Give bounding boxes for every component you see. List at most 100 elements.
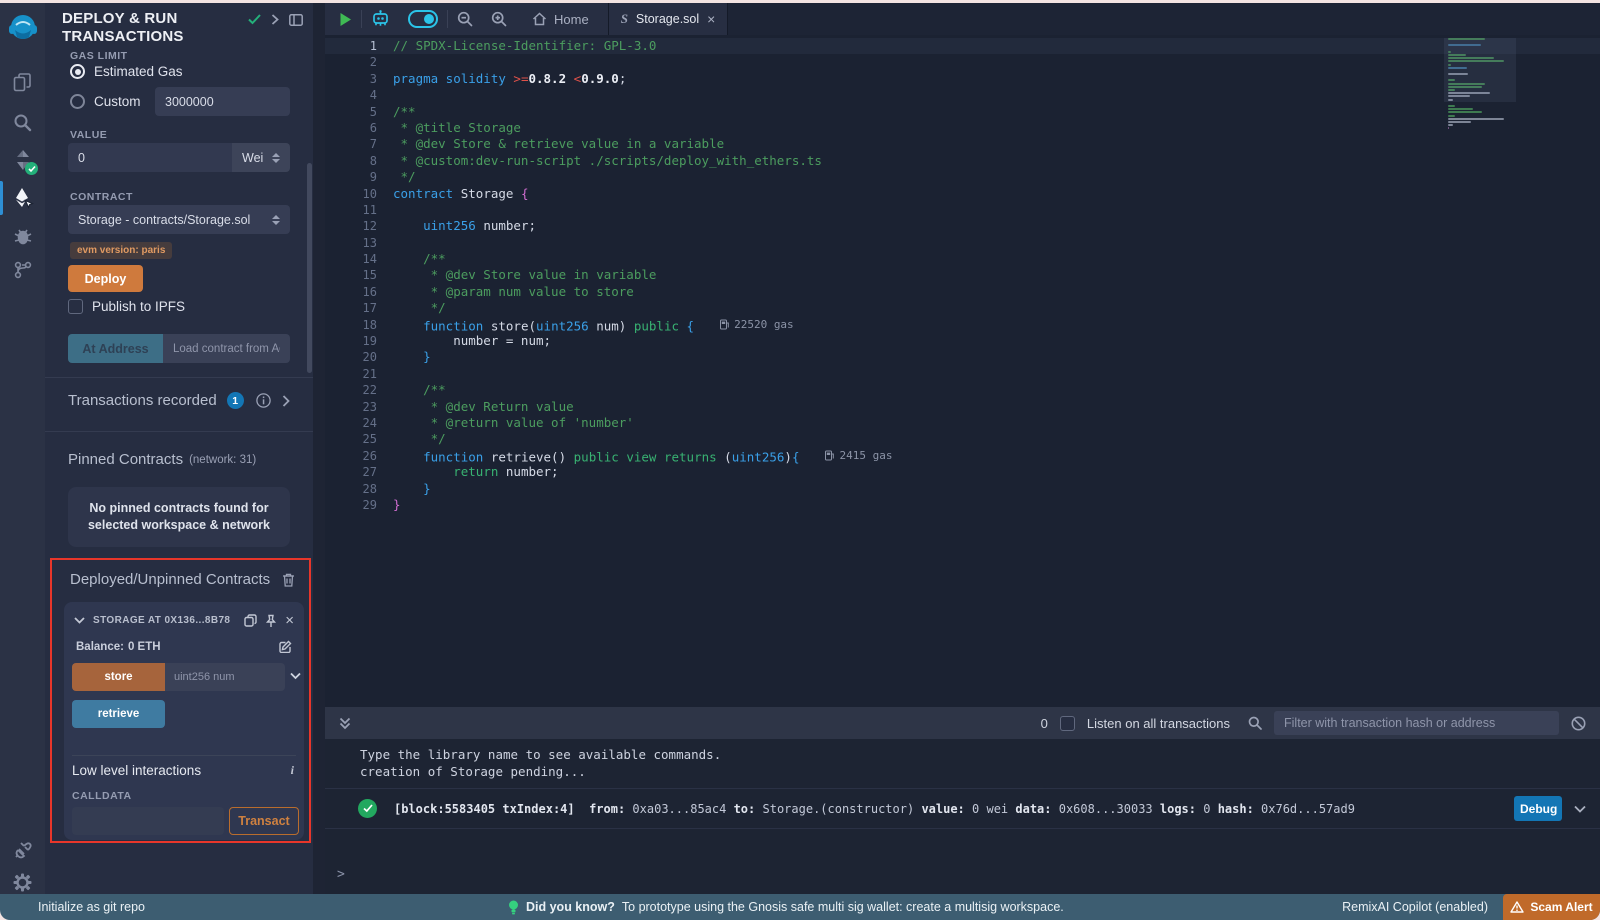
store-expand-chevron-icon[interactable] (290, 672, 301, 680)
panel-pin-icon[interactable] (289, 14, 303, 26)
contract-selected-label: Storage - contracts/Storage.sol (78, 213, 250, 227)
deploy-button[interactable]: Deploy (68, 265, 143, 292)
value-input[interactable] (68, 143, 232, 172)
custom-gas-radio[interactable] (70, 94, 85, 109)
info-icon[interactable] (256, 393, 271, 408)
line-number: 2 (325, 54, 377, 70)
contract-select[interactable]: Storage - contracts/Storage.sol (68, 205, 290, 234)
line-number: 25 (325, 431, 377, 447)
terminal-search-icon[interactable] (1248, 716, 1262, 730)
low-level-info-icon[interactable]: i (291, 763, 294, 778)
copy-icon[interactable] (244, 614, 257, 627)
transactions-recorded-label: Transactions recorded (68, 392, 217, 409)
deploy-run-panel: DEPLOY & RUN TRANSACTIONS GAS LIMIT Esti… (45, 3, 313, 894)
copilot-toggle[interactable] (399, 3, 447, 35)
transaction-filter-input[interactable] (1274, 711, 1559, 735)
terminal-log-line: creation of Storage pending... (360, 763, 1600, 780)
store-function-button[interactable]: store (72, 663, 165, 691)
code-line: } (325, 349, 1600, 365)
ai-assistant-icon[interactable] (362, 3, 399, 35)
file-explorer-icon[interactable] (0, 65, 45, 99)
at-address-input[interactable] (163, 334, 290, 363)
tab-strip: S Storage.sol × (608, 3, 1600, 35)
zoom-in-icon[interactable] (482, 3, 516, 35)
terminal-prompt[interactable]: > (337, 867, 345, 882)
tab-close-icon[interactable]: × (707, 12, 715, 26)
solidity-compiler-icon[interactable] (0, 143, 45, 177)
value-unit-select[interactable]: Wei (232, 143, 290, 172)
pin-icon[interactable] (265, 614, 277, 628)
at-address-button[interactable]: At Address (68, 334, 163, 363)
expand-tx-chevron-icon[interactable] (1574, 805, 1586, 813)
git-init-status[interactable]: Initialize as git repo (38, 900, 145, 914)
expand-transactions-icon[interactable] (282, 395, 290, 407)
balance-value: 0 ETH (128, 641, 161, 653)
trash-icon[interactable] (282, 572, 295, 587)
git-icon[interactable] (0, 253, 45, 287)
code-lines: // SPDX-License-Identifier: GPL-3.0pragm… (325, 38, 1600, 513)
editor-region: Home S Storage.sol × // SPDX-License-Ide… (325, 3, 1600, 707)
store-arg-input[interactable] (165, 663, 285, 691)
line-number-gutter: 1234567891011121314151617181920212223242… (325, 38, 377, 513)
deploy-run-icon[interactable] (0, 181, 45, 215)
tab-storage-sol[interactable]: S Storage.sol × (608, 3, 729, 35)
publish-ipfs-checkbox[interactable] (68, 299, 83, 314)
close-instance-icon[interactable]: × (285, 612, 294, 629)
panel-resizer[interactable] (313, 3, 325, 894)
transaction-count: 0 (1041, 716, 1048, 731)
terminal-log: Type the library name to see available c… (360, 746, 1600, 780)
code-line: uint256 number; (325, 218, 1600, 234)
code-line: } (325, 481, 1600, 497)
code-line: */ (325, 300, 1600, 316)
instance-name[interactable]: STORAGE AT 0X136...8B78 (93, 615, 230, 626)
run-script-icon[interactable] (325, 3, 361, 35)
tip-text: To prototype using the Gnosis safe multi… (622, 900, 1064, 914)
scam-alert-button[interactable]: Scam Alert (1503, 894, 1600, 920)
listen-all-checkbox[interactable] (1060, 716, 1075, 731)
solidity-file-icon: S (621, 11, 628, 27)
terminal-log-line: Type the library name to see available c… (360, 746, 1600, 763)
home-button[interactable]: Home (516, 3, 598, 35)
code-line (325, 202, 1600, 218)
line-number: 7 (325, 136, 377, 152)
code-editor[interactable]: // SPDX-License-Identifier: GPL-3.0pragm… (325, 35, 1600, 707)
debug-button[interactable]: Debug (1514, 796, 1562, 821)
clear-console-icon[interactable] (1571, 716, 1586, 731)
code-line: * @title Storage (325, 120, 1600, 136)
panel-collapse-icon[interactable] (271, 14, 279, 25)
transact-button[interactable]: Transact (229, 807, 299, 835)
instance-chevron-down-icon[interactable] (74, 617, 85, 624)
plugin-manager-icon[interactable] (0, 833, 45, 867)
line-number: 18 (325, 317, 377, 333)
line-number: 13 (325, 235, 377, 251)
debugger-icon[interactable] (0, 219, 45, 253)
custom-gas-input[interactable] (155, 87, 290, 116)
zoom-out-icon[interactable] (448, 3, 482, 35)
panel-scrollbar[interactable] (307, 163, 312, 373)
code-line: * @param num value to store (325, 284, 1600, 300)
transactions-recorded-row[interactable]: Transactions recorded 1 (68, 392, 290, 409)
copilot-status[interactable]: RemixAI Copilot (enabled) (1342, 900, 1488, 914)
retrieve-function-button[interactable]: retrieve (72, 700, 165, 728)
minimap[interactable] (1448, 38, 1512, 168)
estimated-gas-radio[interactable] (70, 64, 85, 79)
gas-estimate-annotation: 22520 gas (720, 317, 794, 333)
transaction-summary: [block:5583405 txIndex:4] from: 0xa03...… (394, 802, 1355, 816)
edit-icon[interactable] (279, 640, 292, 653)
transaction-row[interactable]: [block:5583405 txIndex:4] from: 0xa03...… (325, 788, 1600, 829)
value-label: VALUE (70, 129, 107, 141)
pinned-network-note: (network: 31) (189, 454, 256, 466)
code-line: * @dev Store & retrieve value in a varia… (325, 136, 1600, 152)
collapse-terminal-icon[interactable] (339, 717, 351, 730)
line-number: 1 (325, 38, 377, 54)
search-icon[interactable] (0, 105, 45, 139)
status-bar: Initialize as git repo Did you know? To … (0, 894, 1600, 920)
terminal-output[interactable]: Type the library name to see available c… (325, 739, 1600, 894)
pinned-contracts-title: Pinned Contracts (68, 451, 183, 468)
line-number: 6 (325, 120, 377, 136)
line-number: 9 (325, 169, 377, 185)
line-number: 14 (325, 251, 377, 267)
remix-logo-icon[interactable] (0, 11, 45, 45)
code-line: } (325, 497, 1600, 513)
calldata-input[interactable] (72, 807, 224, 835)
